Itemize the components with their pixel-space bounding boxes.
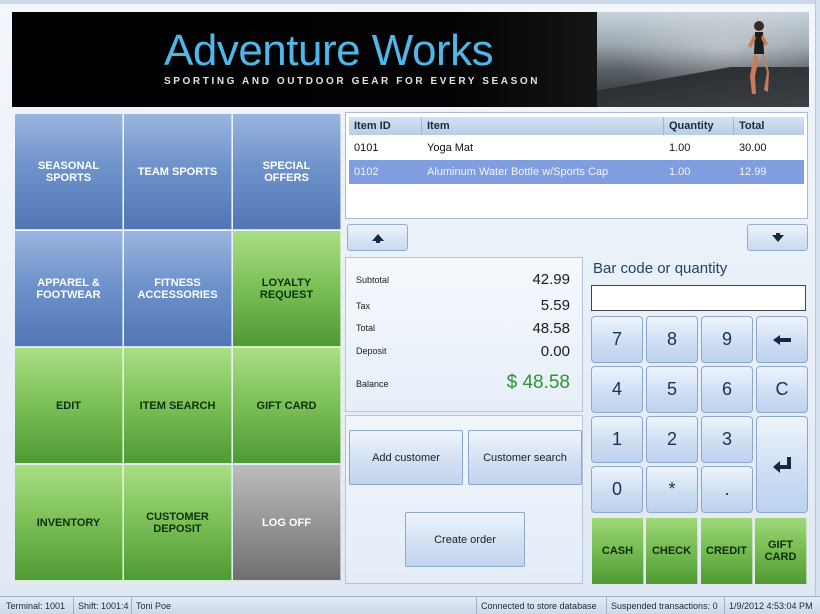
- scroll-up-button[interactable]: [347, 224, 408, 251]
- tile-special-offers[interactable]: SPECIAL OFFERS: [233, 114, 341, 230]
- cell-quantity: 1.00: [669, 142, 691, 154]
- enter-key[interactable]: [756, 416, 808, 513]
- balance-label: Balance: [356, 379, 389, 389]
- key-asterisk[interactable]: *: [646, 466, 698, 513]
- category-tiles: SEASONAL SPORTS TEAM SPORTS SPECIAL OFFE…: [15, 114, 341, 582]
- backspace-arrow-icon: [773, 334, 791, 345]
- arrow-down-icon: [771, 232, 784, 242]
- cell-item-id: 0102: [354, 166, 379, 178]
- customer-search-button[interactable]: Customer search: [468, 430, 582, 485]
- runner-photo: [597, 12, 809, 107]
- backspace-key[interactable]: [756, 316, 808, 363]
- table-row[interactable]: 0101 Yoga Mat 1.00 30.00: [349, 136, 804, 160]
- tile-gift-card[interactable]: GIFT CARD: [233, 348, 341, 464]
- scroll-down-button[interactable]: [747, 224, 808, 251]
- status-connection: Connected to store database: [477, 597, 607, 614]
- balance-value: $ 48.58: [506, 372, 570, 393]
- key-0[interactable]: 0: [591, 466, 643, 513]
- column-quantity[interactable]: Quantity: [664, 117, 734, 135]
- runner-icon: [748, 21, 769, 94]
- cell-quantity: 1.00: [669, 166, 691, 178]
- key-3[interactable]: 3: [701, 416, 753, 463]
- tile-loyalty-request[interactable]: LOYALTY REQUEST: [233, 231, 341, 347]
- status-suspended-transactions: Suspended transactions: 0: [607, 597, 725, 614]
- tile-team-sports[interactable]: TEAM SPORTS: [124, 114, 232, 230]
- add-customer-button[interactable]: Add customer: [349, 430, 463, 485]
- status-shift: Shift: 1001:4: [74, 597, 132, 614]
- tile-fitness-accessories[interactable]: FITNESS ACCESSORIES: [124, 231, 232, 347]
- column-total[interactable]: Total: [734, 117, 804, 135]
- tile-inventory[interactable]: INVENTORY: [15, 465, 123, 581]
- key-decimal[interactable]: .: [701, 466, 753, 513]
- deposit-value: 0.00: [540, 343, 570, 360]
- brand-tagline: SPORTING AND OUTDOOR GEAR FOR EVERY SEAS…: [164, 76, 541, 87]
- barcode-quantity-input[interactable]: [591, 285, 806, 311]
- tile-edit[interactable]: EDIT: [15, 348, 123, 464]
- grid-header: Item ID Item Quantity Total: [349, 117, 804, 135]
- table-row-selected[interactable]: 0102 Aluminum Water Bottle w/Sports Cap …: [349, 160, 804, 184]
- road-graphic: [597, 67, 809, 107]
- window-top-border: [0, 0, 820, 4]
- status-bar: Terminal: 1001 Shift: 1001:4 Toni Poe Co…: [0, 596, 820, 614]
- tile-apparel-footwear[interactable]: APPAREL & FOOTWEAR: [15, 231, 123, 347]
- total-value: 48.58: [532, 320, 570, 337]
- pay-gift-card-button[interactable]: GIFT CARD: [755, 518, 807, 584]
- key-9[interactable]: 9: [701, 316, 753, 363]
- tile-item-search[interactable]: ITEM SEARCH: [124, 348, 232, 464]
- status-user: Toni Poe: [132, 597, 477, 614]
- key-4[interactable]: 4: [591, 366, 643, 413]
- arrow-up-icon: [371, 233, 384, 243]
- tax-value: 5.59: [540, 297, 570, 314]
- subtotal-label: Subtotal: [356, 275, 390, 285]
- cell-item: Aluminum Water Bottle w/Sports Cap: [427, 166, 609, 178]
- brand-banner: Adventure Works SPORTING AND OUTDOOR GEA…: [12, 12, 809, 107]
- key-5[interactable]: 5: [646, 366, 698, 413]
- total-label: Total: [356, 323, 376, 333]
- deposit-label: Deposit: [356, 346, 387, 356]
- enter-icon: [773, 456, 791, 473]
- status-terminal: Terminal: 1001: [2, 597, 74, 614]
- key-8[interactable]: 8: [646, 316, 698, 363]
- brand-title: Adventure Works: [164, 26, 494, 75]
- key-2[interactable]: 2: [646, 416, 698, 463]
- key-7[interactable]: 7: [591, 316, 643, 363]
- key-1[interactable]: 1: [591, 416, 643, 463]
- cell-total: 12.99: [739, 166, 767, 178]
- customer-actions-panel: Add customer Customer search Create orde…: [345, 415, 583, 584]
- totals-panel: Subtotal 42.99 Tax 5.59 Total 48.58 Depo…: [345, 257, 583, 412]
- status-datetime: 1/9/2012 4:53:04 PM: [729, 600, 813, 611]
- pay-credit-button[interactable]: CREDIT: [701, 518, 753, 584]
- pay-cash-button[interactable]: CASH: [592, 518, 644, 584]
- tax-label: Tax: [356, 301, 371, 311]
- tile-customer-deposit[interactable]: CUSTOMER DEPOSIT: [124, 465, 232, 581]
- key-6[interactable]: 6: [701, 366, 753, 413]
- column-item[interactable]: Item: [422, 117, 664, 135]
- transaction-grid[interactable]: Item ID Item Quantity Total 0101 Yoga Ma…: [345, 112, 808, 219]
- pay-check-button[interactable]: CHECK: [646, 518, 698, 584]
- cell-item-id: 0101: [354, 142, 379, 154]
- tile-log-off[interactable]: LOG OFF: [233, 465, 341, 581]
- tile-seasonal-sports[interactable]: SEASONAL SPORTS: [15, 114, 123, 230]
- create-order-button[interactable]: Create order: [405, 512, 525, 567]
- subtotal-value: 42.99: [532, 271, 570, 288]
- window-right-border: [815, 0, 820, 596]
- column-item-id[interactable]: Item ID: [349, 117, 422, 135]
- cell-total: 30.00: [739, 142, 767, 154]
- barcode-label: Bar code or quantity: [593, 260, 728, 277]
- clear-key[interactable]: C: [756, 366, 808, 413]
- cell-item: Yoga Mat: [427, 142, 474, 154]
